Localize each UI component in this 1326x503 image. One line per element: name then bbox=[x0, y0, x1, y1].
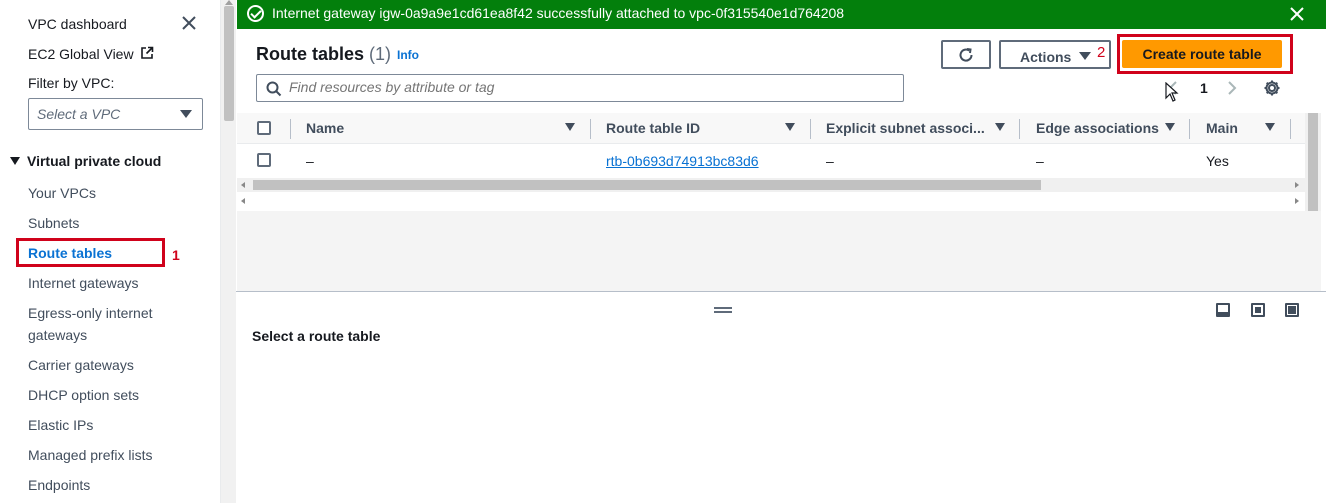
actions-dropdown-button[interactable]: Actions bbox=[999, 40, 1111, 69]
refresh-icon bbox=[959, 48, 973, 62]
table-row[interactable]: – rtb-0b693d74913bc83d6 – – Yes bbox=[237, 145, 1305, 178]
sidebar-item-managed-prefix-lists[interactable]: Managed prefix lists bbox=[28, 444, 208, 466]
split-panel-title: Select a route table bbox=[252, 328, 381, 344]
sidebar-item-internet-gateways[interactable]: Internet gateways bbox=[28, 272, 208, 294]
column-header-explicit-subnet[interactable]: Explicit subnet associ... bbox=[826, 120, 985, 136]
panel-full-view-icon[interactable] bbox=[1285, 303, 1299, 317]
table-header: Name Route table ID Explicit subnet asso… bbox=[237, 113, 1305, 144]
route-table-count: (1) bbox=[369, 44, 392, 64]
table-vertical-scrollbar[interactable] bbox=[1305, 113, 1321, 211]
sidebar-scroll-thumb[interactable] bbox=[224, 6, 234, 121]
search-input[interactable] bbox=[289, 79, 889, 95]
vpc-select-value: Select a VPC bbox=[37, 106, 121, 122]
success-flash-banner: Internet gateway igw-0a9a9e1cd61ea8f42 s… bbox=[237, 0, 1326, 29]
scroll-left-arrow-icon[interactable] bbox=[241, 182, 245, 188]
sidebar-item-dhcp-option-sets[interactable]: DHCP option sets bbox=[28, 384, 208, 406]
ec2-global-view-label: EC2 Global View bbox=[28, 46, 134, 62]
column-header-main[interactable]: Main bbox=[1206, 120, 1238, 136]
sort-caret-icon[interactable] bbox=[1265, 123, 1275, 131]
sort-caret-icon[interactable] bbox=[565, 123, 575, 131]
caret-down-icon bbox=[10, 157, 20, 165]
section-virtual-private-cloud[interactable]: Virtual private cloud bbox=[10, 153, 161, 169]
sidebar-item-subnets[interactable]: Subnets bbox=[28, 212, 208, 234]
panel-bottom-view-icon[interactable] bbox=[1216, 303, 1230, 317]
sidebar-item-endpoints[interactable]: Endpoints bbox=[28, 474, 208, 496]
caret-down-icon bbox=[180, 110, 192, 118]
scroll-left-arrow-icon[interactable] bbox=[241, 198, 245, 204]
column-header-route-table-id[interactable]: Route table ID bbox=[606, 120, 700, 136]
sort-caret-icon[interactable] bbox=[995, 123, 1005, 131]
select-all-checkbox[interactable] bbox=[257, 121, 271, 135]
close-icon[interactable] bbox=[180, 14, 198, 32]
scroll-right-arrow-icon[interactable] bbox=[1295, 198, 1299, 204]
annotation-box-1 bbox=[16, 238, 165, 267]
column-divider[interactable] bbox=[1189, 119, 1190, 139]
sort-caret-icon[interactable] bbox=[785, 123, 795, 131]
vertical-scroll-thumb[interactable] bbox=[1308, 113, 1318, 211]
refresh-button[interactable] bbox=[941, 40, 991, 69]
cell-explicit-subnet: – bbox=[826, 153, 834, 169]
scroll-up-arrow-icon[interactable] bbox=[225, 0, 233, 5]
page-number[interactable]: 1 bbox=[1200, 80, 1208, 96]
column-divider[interactable] bbox=[1290, 119, 1291, 139]
actions-label: Actions bbox=[1020, 49, 1072, 65]
resize-handle-icon[interactable] bbox=[714, 307, 732, 313]
sidebar-item-egress-only-gateways[interactable]: Egress-only internet gateways bbox=[28, 302, 168, 346]
filter-by-vpc-label: Filter by VPC: bbox=[28, 75, 115, 91]
cell-route-table-id-link[interactable]: rtb-0b693d74913bc83d6 bbox=[606, 153, 759, 169]
sidebar-scrollbar[interactable] bbox=[220, 0, 236, 503]
row-checkbox[interactable] bbox=[257, 153, 271, 167]
cell-name: – bbox=[306, 153, 314, 169]
cell-edge-associations: – bbox=[1036, 153, 1044, 169]
sort-caret-icon[interactable] bbox=[1165, 123, 1175, 131]
search-field[interactable] bbox=[256, 74, 904, 102]
close-icon[interactable] bbox=[1288, 5, 1306, 23]
next-page-icon[interactable] bbox=[1227, 80, 1237, 96]
search-icon bbox=[266, 81, 282, 97]
sidebar-item-elastic-ips[interactable]: Elastic IPs bbox=[28, 414, 208, 436]
page-title-text: Route tables bbox=[256, 44, 365, 64]
annotation-number-1: 1 bbox=[172, 247, 180, 263]
table-horizontal-scrollbar[interactable] bbox=[237, 178, 1305, 192]
section-title: Virtual private cloud bbox=[27, 153, 162, 169]
info-link[interactable]: Info bbox=[397, 48, 419, 62]
table-empty-area bbox=[237, 211, 1321, 291]
flash-message: Internet gateway igw-0a9a9e1cd61ea8f42 s… bbox=[272, 5, 845, 21]
sidebar: VPC dashboard EC2 Global View Filter by … bbox=[0, 0, 220, 503]
panel-side-view-icon[interactable] bbox=[1251, 303, 1265, 317]
column-header-name[interactable]: Name bbox=[306, 120, 344, 136]
column-divider[interactable] bbox=[590, 119, 591, 139]
sidebar-item-your-vpcs[interactable]: Your VPCs bbox=[28, 182, 208, 204]
mouse-cursor-icon bbox=[1165, 82, 1179, 102]
settings-gear-icon[interactable] bbox=[1263, 79, 1281, 97]
success-check-icon bbox=[247, 5, 264, 22]
scroll-right-arrow-icon[interactable] bbox=[1295, 182, 1299, 188]
ec2-global-view-link[interactable]: EC2 Global View bbox=[28, 46, 154, 62]
page-title: Route tables (1) bbox=[256, 44, 391, 65]
column-header-edge-associations[interactable]: Edge associations bbox=[1036, 120, 1159, 136]
vpc-select[interactable]: Select a VPC bbox=[28, 98, 203, 130]
horizontal-scroll-thumb[interactable] bbox=[253, 180, 1041, 190]
column-divider[interactable] bbox=[810, 119, 811, 139]
annotation-box-2 bbox=[1117, 34, 1293, 74]
sidebar-item-carrier-gateways[interactable]: Carrier gateways bbox=[28, 354, 208, 376]
split-panel: Select a route table bbox=[236, 291, 1326, 503]
annotation-number-2: 2 bbox=[1097, 44, 1106, 61]
cell-main: Yes bbox=[1206, 153, 1229, 169]
caret-down-icon bbox=[1079, 52, 1091, 60]
external-link-icon bbox=[141, 46, 154, 59]
vpc-dashboard-link[interactable]: VPC dashboard bbox=[28, 16, 127, 32]
column-divider[interactable] bbox=[1019, 119, 1020, 139]
column-divider bbox=[290, 119, 291, 139]
